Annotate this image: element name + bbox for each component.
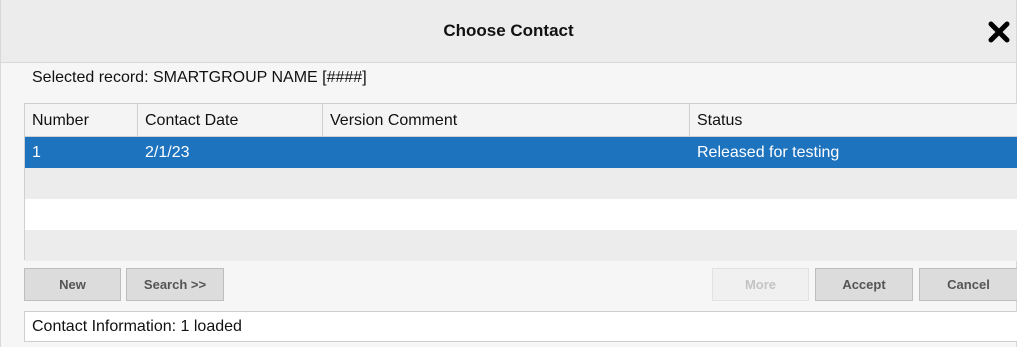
column-header-contact-date[interactable]: Contact Date [138, 104, 323, 136]
close-icon [988, 21, 1010, 43]
cell-status: Released for testing [697, 144, 840, 161]
cell-number: 1 [32, 144, 41, 161]
table-row[interactable]: 1 2/1/23 Released for testing [25, 137, 1017, 168]
empty-row [25, 230, 1017, 261]
status-bar: Contact Information: 1 loaded [24, 311, 1017, 342]
more-button[interactable]: More [712, 268, 809, 301]
search-button[interactable]: Search >> [126, 268, 224, 301]
close-button[interactable] [985, 18, 1013, 46]
dialog-title: Choose Contact [443, 21, 574, 40]
selected-record-label: Selected record: SMARTGROUP NAME [####] [32, 69, 367, 86]
contacts-grid: Number Contact Date Version Comment Stat… [24, 103, 1017, 261]
accept-button[interactable]: Accept [815, 268, 913, 301]
choose-contact-dialog: Choose Contact Selected record: SMARTGRO… [0, 0, 1017, 347]
dialog-titlebar: Choose Contact [1, 0, 1016, 63]
column-header-version-comment[interactable]: Version Comment [323, 104, 690, 136]
new-button[interactable]: New [24, 268, 121, 301]
cell-version-comment [323, 137, 690, 168]
grid-header: Number Contact Date Version Comment Stat… [25, 104, 1017, 137]
cancel-button[interactable]: Cancel [919, 268, 1017, 301]
column-header-number[interactable]: Number [25, 104, 138, 136]
empty-row [25, 168, 1017, 199]
cell-contact-date: 2/1/23 [145, 144, 190, 161]
empty-row [25, 199, 1017, 230]
column-header-status[interactable]: Status [690, 104, 1017, 136]
